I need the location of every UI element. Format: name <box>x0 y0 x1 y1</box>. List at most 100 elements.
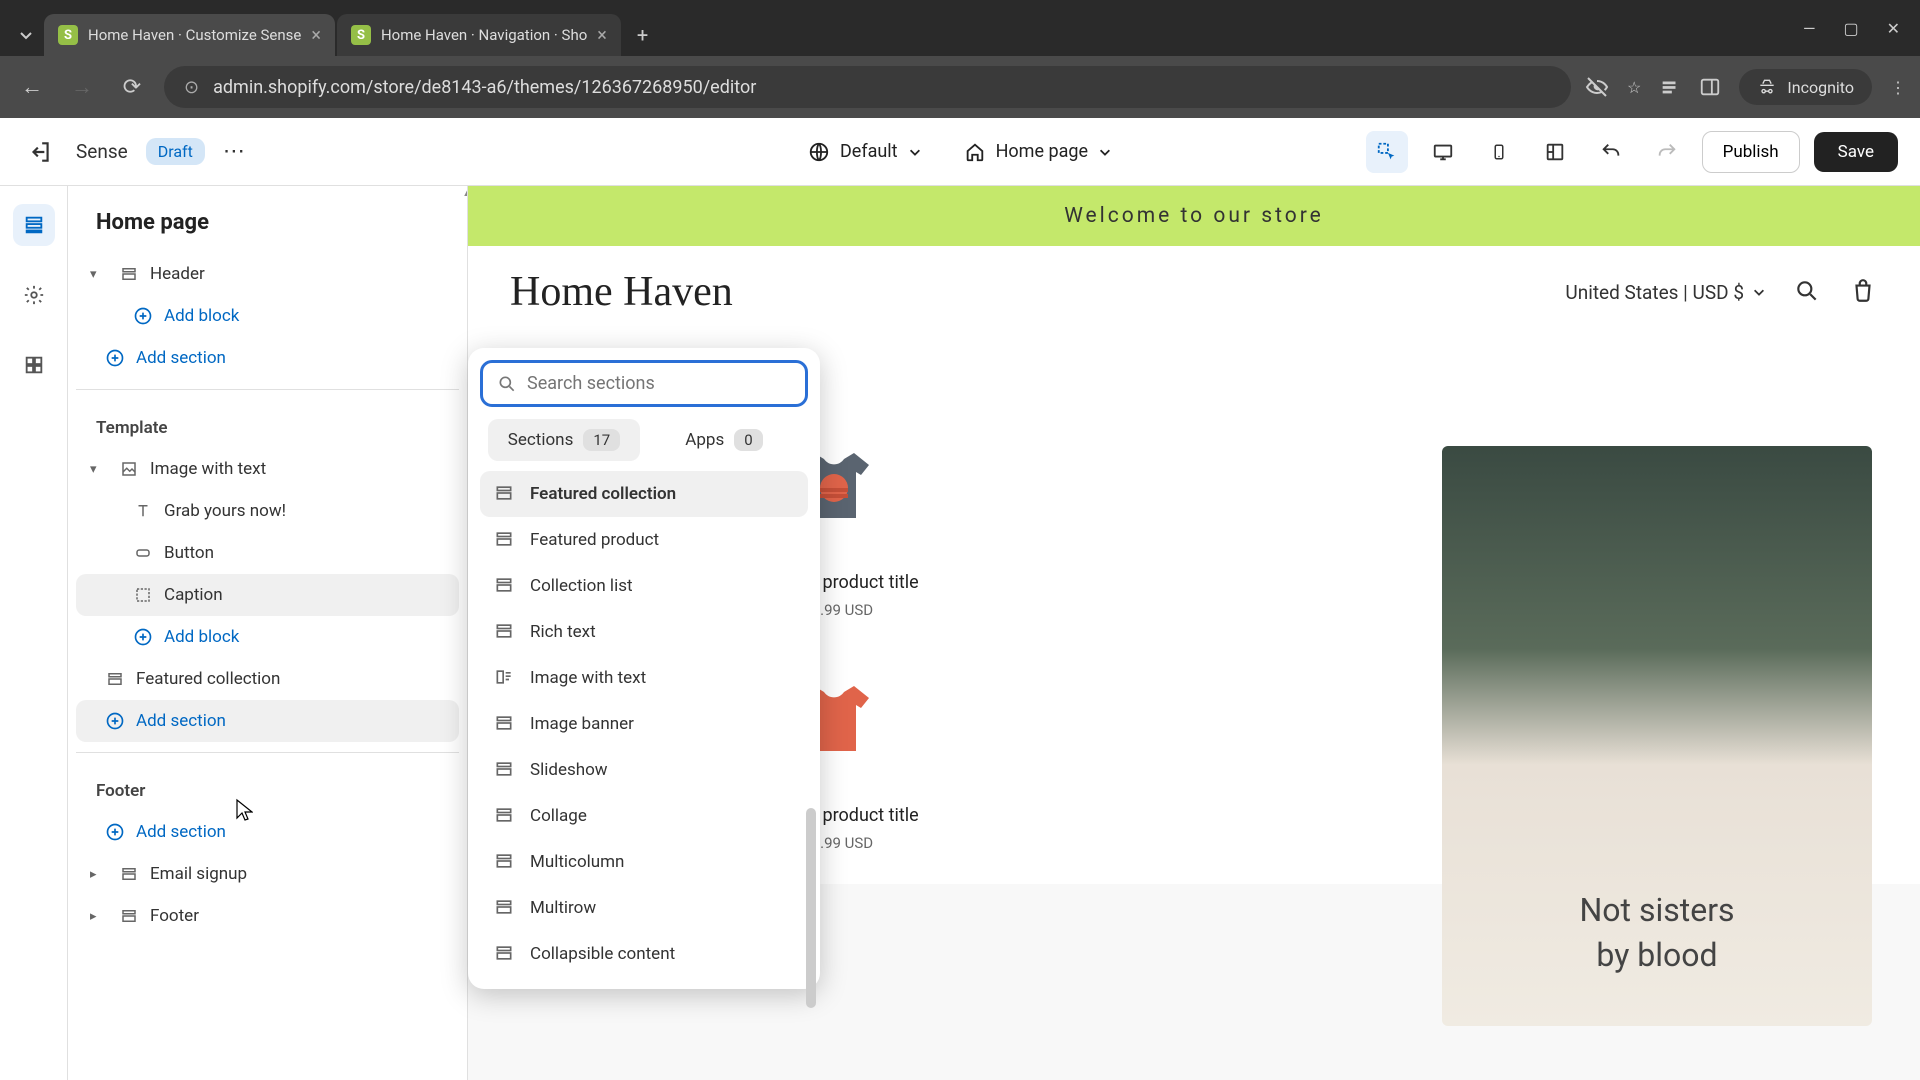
outline-header-section[interactable]: ▾ Header <box>76 253 459 295</box>
draft-badge: Draft <box>146 138 205 165</box>
add-section-button[interactable]: Add section <box>76 811 459 853</box>
outline-featured-collection[interactable]: Featured collection <box>76 658 459 700</box>
chevron-right-icon: ▸ <box>90 909 108 924</box>
incognito-label: Incognito <box>1787 78 1854 97</box>
publish-button[interactable]: Publish <box>1702 131 1800 173</box>
picker-item-multirow[interactable]: Multirow <box>480 885 808 931</box>
app-embeds-rail-button[interactable] <box>13 344 55 386</box>
picker-scrollbar[interactable] <box>806 808 816 1008</box>
globe-icon <box>808 141 830 163</box>
save-button[interactable]: Save <box>1814 132 1898 172</box>
outline-block-heading[interactable]: Grab yours now! <box>76 490 459 532</box>
picker-item-image-with-text[interactable]: Image with text <box>480 655 808 701</box>
browser-address-bar: ← → ⟳ ⊙ admin.shopify.com/store/de8143-a… <box>0 56 1920 118</box>
tab-close-button[interactable]: × <box>311 25 321 46</box>
announcement-bar[interactable]: Welcome to our store <box>468 186 1920 246</box>
section-icon <box>118 863 140 885</box>
picker-item-collapsible-content[interactable]: Collapsible content <box>480 931 808 977</box>
new-tab-button[interactable]: + <box>623 23 662 47</box>
fullscreen-view-button[interactable] <box>1534 131 1576 173</box>
plus-circle-icon <box>132 305 154 327</box>
picker-item-collection-list[interactable]: Collection list <box>480 563 808 609</box>
bookmark-icon[interactable]: ☆ <box>1627 78 1641 97</box>
outline-email-signup[interactable]: ▸ Email signup <box>76 853 459 895</box>
minimize-button[interactable]: — <box>1803 19 1816 38</box>
mobile-view-button[interactable] <box>1478 131 1520 173</box>
desktop-view-button[interactable] <box>1422 131 1464 173</box>
left-icon-rail <box>0 186 68 1080</box>
theme-settings-rail-button[interactable] <box>13 274 55 316</box>
viewport-selector[interactable]: Default <box>808 141 922 163</box>
tree-label: Add block <box>164 627 239 647</box>
picker-label: Collage <box>530 806 587 826</box>
tab-search-dropdown[interactable] <box>8 17 44 53</box>
cart-icon[interactable] <box>1850 278 1878 306</box>
apps-tab[interactable]: Apps 0 <box>648 419 800 461</box>
exit-editor-button[interactable] <box>22 134 58 170</box>
reload-button[interactable]: ⟳ <box>114 69 150 105</box>
undo-button[interactable] <box>1590 131 1632 173</box>
maximize-button[interactable]: ▢ <box>1843 19 1858 38</box>
tree-label: Featured collection <box>136 669 280 689</box>
forward-button[interactable]: → <box>64 69 100 105</box>
picker-label: Featured collection <box>530 484 676 504</box>
side-panel-icon[interactable] <box>1699 76 1721 98</box>
more-actions-button[interactable]: ⋯ <box>223 139 245 164</box>
page-selector[interactable]: Home page <box>964 141 1112 163</box>
close-window-button[interactable]: ✕ <box>1887 19 1900 38</box>
outline-image-with-text[interactable]: ▾ Image with text <box>76 448 459 490</box>
sections-rail-button[interactable] <box>13 204 55 246</box>
picker-label: Image with text <box>530 668 646 688</box>
tab-title: Home Haven · Customize Sense <box>88 26 301 44</box>
back-button[interactable]: ← <box>14 69 50 105</box>
tree-label: Email signup <box>150 864 247 884</box>
inspector-toggle[interactable] <box>1366 131 1408 173</box>
store-title[interactable]: Home Haven <box>510 268 733 316</box>
chevron-down-icon <box>908 145 922 159</box>
section-search-field[interactable] <box>480 360 808 407</box>
add-block-button[interactable]: Add block <box>76 616 459 658</box>
search-icon[interactable] <box>1794 278 1822 306</box>
picker-item-featured-collection[interactable]: Featured collection <box>480 471 808 517</box>
picker-label: Multicolumn <box>530 852 624 872</box>
outline-block-caption[interactable]: Caption <box>76 574 459 616</box>
add-section-button-active[interactable]: Add section <box>76 700 459 742</box>
picker-item-slideshow[interactable]: Slideshow <box>480 747 808 793</box>
picker-item-multicolumn[interactable]: Multicolumn <box>480 839 808 885</box>
editor-top-bar: Sense Draft ⋯ Default Home page <box>0 118 1920 186</box>
divider <box>76 752 459 753</box>
picker-item-collage[interactable]: Collage <box>480 793 808 839</box>
tree-label: Add section <box>136 711 226 731</box>
sections-tab[interactable]: Sections 17 <box>488 419 640 461</box>
browser-tab[interactable]: S Home Haven · Navigation · Sho × <box>337 14 621 56</box>
eye-off-icon[interactable] <box>1585 75 1609 99</box>
outline-block-button[interactable]: Button <box>76 532 459 574</box>
outline-footer-section[interactable]: ▸ Footer <box>76 895 459 937</box>
tab-close-button[interactable]: × <box>597 25 607 46</box>
url-text: admin.shopify.com/store/de8143-a6/themes… <box>213 77 756 98</box>
incognito-badge[interactable]: Incognito <box>1739 69 1872 105</box>
picker-item-rich-text[interactable]: Rich text <box>480 609 808 655</box>
tab-title: Home Haven · Navigation · Sho <box>381 26 587 44</box>
extensions-icon[interactable] <box>1659 76 1681 98</box>
add-block-button[interactable]: Add block <box>76 295 459 337</box>
redo-button[interactable] <box>1646 131 1688 173</box>
outline-title: Home page <box>76 204 459 253</box>
picker-item-image-banner[interactable]: Image banner <box>480 701 808 747</box>
browser-menu-button[interactable]: ⋮ <box>1890 78 1906 97</box>
mug-caption: Not sisters by blood <box>1579 888 1734 978</box>
section-icon <box>494 483 516 505</box>
browser-tab-active[interactable]: S Home Haven · Customize Sense × <box>44 14 335 56</box>
picker-label: Collection list <box>530 576 633 596</box>
section-search-input[interactable] <box>527 373 791 394</box>
add-section-button[interactable]: Add section <box>76 337 459 379</box>
url-input[interactable]: ⊙ admin.shopify.com/store/de8143-a6/them… <box>164 66 1571 108</box>
site-info-icon[interactable]: ⊙ <box>184 77 199 98</box>
image-with-text-preview[interactable]: Not sisters by blood <box>1442 446 1872 1026</box>
plus-circle-icon <box>104 347 126 369</box>
picker-item-featured-product[interactable]: Featured product <box>480 517 808 563</box>
section-icon <box>118 905 140 927</box>
locale-selector[interactable]: United States | USD $ <box>1565 281 1766 304</box>
store-header: Home Haven United States | USD $ <box>468 246 1920 338</box>
caption-icon <box>132 584 154 606</box>
